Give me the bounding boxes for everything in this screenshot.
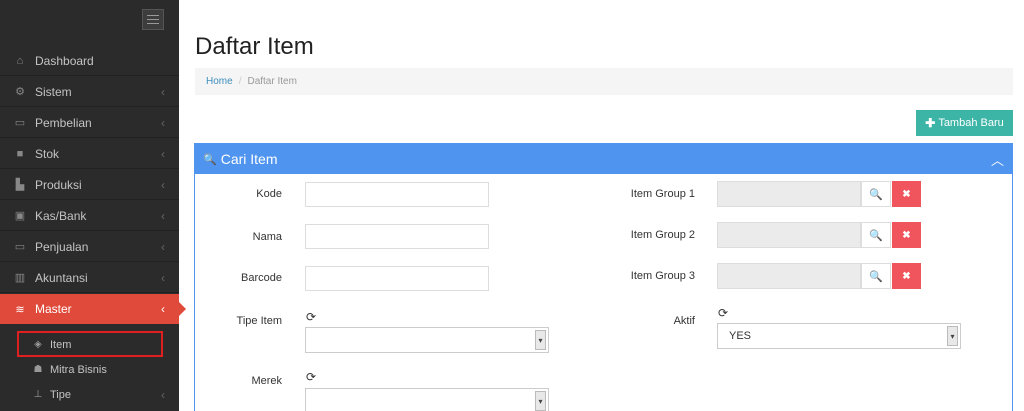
cart-icon: ▭ — [14, 117, 26, 129]
industry-icon: ▙ — [15, 179, 25, 191]
chevron-left-icon: ‹ — [161, 146, 165, 161]
chevron-left-icon: ‹ — [161, 177, 165, 192]
menu-toggle-button[interactable] — [142, 9, 164, 30]
selection-highlight — [17, 331, 163, 357]
sidebar: ⌂ Dashboard ⚙ Sistem ‹ ▭ Pembelian ‹ ■ S… — [0, 0, 186, 411]
item-group-2-clear-button[interactable]: ✖ — [892, 222, 921, 248]
item-group-3-input[interactable] — [717, 263, 861, 289]
bar-chart-icon: ▥ — [14, 272, 26, 284]
sidebar-subitem-tipe[interactable]: ⊥ Tipe ‹ — [0, 382, 179, 407]
item-group-2-label: Item Group 2 — [630, 229, 695, 241]
breadcrumb: Home / Daftar Item — [195, 68, 1013, 95]
sidebar-item-penjualan[interactable]: ▭ Penjualan ‹ — [0, 232, 179, 262]
aktif-label: Aktif — [673, 315, 695, 327]
page-title: Daftar Item — [195, 33, 314, 60]
sidebar-item-label: Master — [35, 302, 72, 316]
item-group-2-search-button[interactable]: 🔍 — [861, 222, 891, 248]
sidebar-item-kas-bank[interactable]: ▣ Kas/Bank ‹ — [0, 201, 179, 231]
breadcrumb-current: Daftar Item — [247, 76, 297, 87]
sidebar-item-label: Pembelian — [35, 115, 92, 130]
sidebar-item-label: Penjualan — [35, 239, 89, 254]
sidebar-item-label: Dashboard — [35, 53, 94, 68]
sidebar-subitem-mitra-bisnis[interactable]: ☗ Mitra Bisnis — [0, 357, 179, 382]
add-new-button[interactable]: ✚ Tambah Baru — [916, 110, 1013, 136]
sidebar-item-akuntansi[interactable]: ▥ Akuntansi ‹ — [0, 263, 179, 293]
item-group-2-input[interactable] — [717, 222, 861, 248]
money-icon: ▣ — [14, 210, 26, 222]
sidebar-item-label: Akuntansi — [35, 270, 88, 285]
dropdown-arrow-icon: ▾ — [947, 326, 958, 346]
chevron-left-icon: ‹ — [161, 84, 165, 99]
hamburger-line — [147, 15, 159, 16]
database-icon: ≋ — [15, 303, 25, 316]
item-group-3-search-button[interactable]: 🔍 — [861, 263, 891, 289]
chevron-left-icon: ‹ — [161, 115, 165, 130]
search-icon: 🔍 — [203, 153, 217, 166]
item-group-1-label: Item Group 1 — [630, 188, 695, 200]
close-icon: ✖ — [902, 188, 911, 200]
search-panel-title: Cari Item — [220, 151, 278, 167]
kode-input[interactable] — [305, 182, 489, 207]
close-icon: ✖ — [902, 229, 911, 241]
sidebar-item-label: Sistem — [35, 84, 72, 99]
kode-label: Kode — [256, 188, 282, 200]
chevron-up-icon[interactable]: ︿ — [991, 150, 1004, 169]
sidebar-item-produksi[interactable]: ▙ Produksi ‹ — [0, 170, 179, 200]
add-new-label: Tambah Baru — [938, 117, 1004, 129]
tipe-item-select[interactable]: ▾ — [305, 327, 549, 353]
sidebar-item-label: Stok — [35, 146, 60, 161]
refresh-icon[interactable]: ⟳ — [306, 310, 316, 324]
item-group-1-input[interactable] — [717, 181, 861, 207]
barcode-input[interactable] — [305, 266, 489, 291]
sidebar-item-label: Produksi — [35, 177, 82, 192]
chevron-left-icon: ‹ — [161, 387, 165, 402]
nama-label: Nama — [252, 231, 282, 243]
tipe-item-label: Tipe Item — [236, 315, 282, 327]
nama-input[interactable] — [305, 224, 489, 249]
sidebar-item-sistem[interactable]: ⚙ Sistem ‹ — [0, 77, 179, 107]
gears-icon: ⚙ — [15, 86, 25, 98]
sidebar-item-stok[interactable]: ■ Stok ‹ — [0, 139, 179, 169]
aktif-value: YES — [729, 330, 752, 342]
search-icon: 🔍 — [869, 229, 883, 242]
cart-icon: ▭ — [14, 241, 26, 253]
chevron-left-icon: ‹ — [161, 270, 165, 285]
aktif-select[interactable]: YES ▾ — [717, 323, 961, 349]
sidebar-item-pembelian[interactable]: ▭ Pembelian ‹ — [0, 108, 179, 138]
search-icon: 🔍 — [869, 188, 883, 201]
item-group-3-label: Item Group 3 — [630, 270, 695, 282]
item-group-3-clear-button[interactable]: ✖ — [892, 263, 921, 289]
dropdown-arrow-icon: ▾ — [535, 330, 546, 350]
sidebar-subitem-label: Tipe — [50, 388, 71, 401]
hamburger-line — [147, 19, 159, 20]
search-panel-header[interactable]: 🔍 Cari Item ︿ — [195, 144, 1012, 174]
chevron-left-icon: ‹ — [161, 239, 165, 254]
merek-select[interactable]: ▾ — [305, 388, 549, 411]
close-icon: ✖ — [902, 270, 911, 282]
sidebar-item-label: Kas/Bank — [35, 208, 87, 223]
sidebar-item-dashboard[interactable]: ⌂ Dashboard — [0, 46, 179, 76]
refresh-icon[interactable]: ⟳ — [718, 306, 728, 320]
home-icon: ⌂ — [16, 54, 24, 67]
refresh-icon[interactable]: ⟳ — [306, 370, 316, 384]
barcode-label: Barcode — [241, 272, 282, 284]
breadcrumb-home-link[interactable]: Home — [206, 76, 233, 87]
item-group-1-clear-button[interactable]: ✖ — [892, 181, 921, 207]
box-icon: ■ — [16, 147, 24, 160]
merek-label: Merek — [251, 375, 282, 387]
breadcrumb-separator: / — [238, 76, 242, 87]
sidebar-subitem-label: Mitra Bisnis — [50, 363, 107, 376]
users-icon: ☗ — [33, 364, 43, 375]
hamburger-line — [147, 23, 159, 24]
search-icon: 🔍 — [869, 270, 883, 283]
sidebar-item-master[interactable]: ≋ Master ‹ — [0, 294, 186, 324]
plus-icon: ✚ — [925, 116, 936, 130]
sitemap-icon: ⊥ — [33, 389, 43, 400]
dropdown-arrow-icon: ▾ — [535, 391, 546, 411]
item-group-1-search-button[interactable]: 🔍 — [861, 181, 891, 207]
chevron-left-icon: ‹ — [161, 302, 165, 316]
chevron-left-icon: ‹ — [161, 208, 165, 223]
